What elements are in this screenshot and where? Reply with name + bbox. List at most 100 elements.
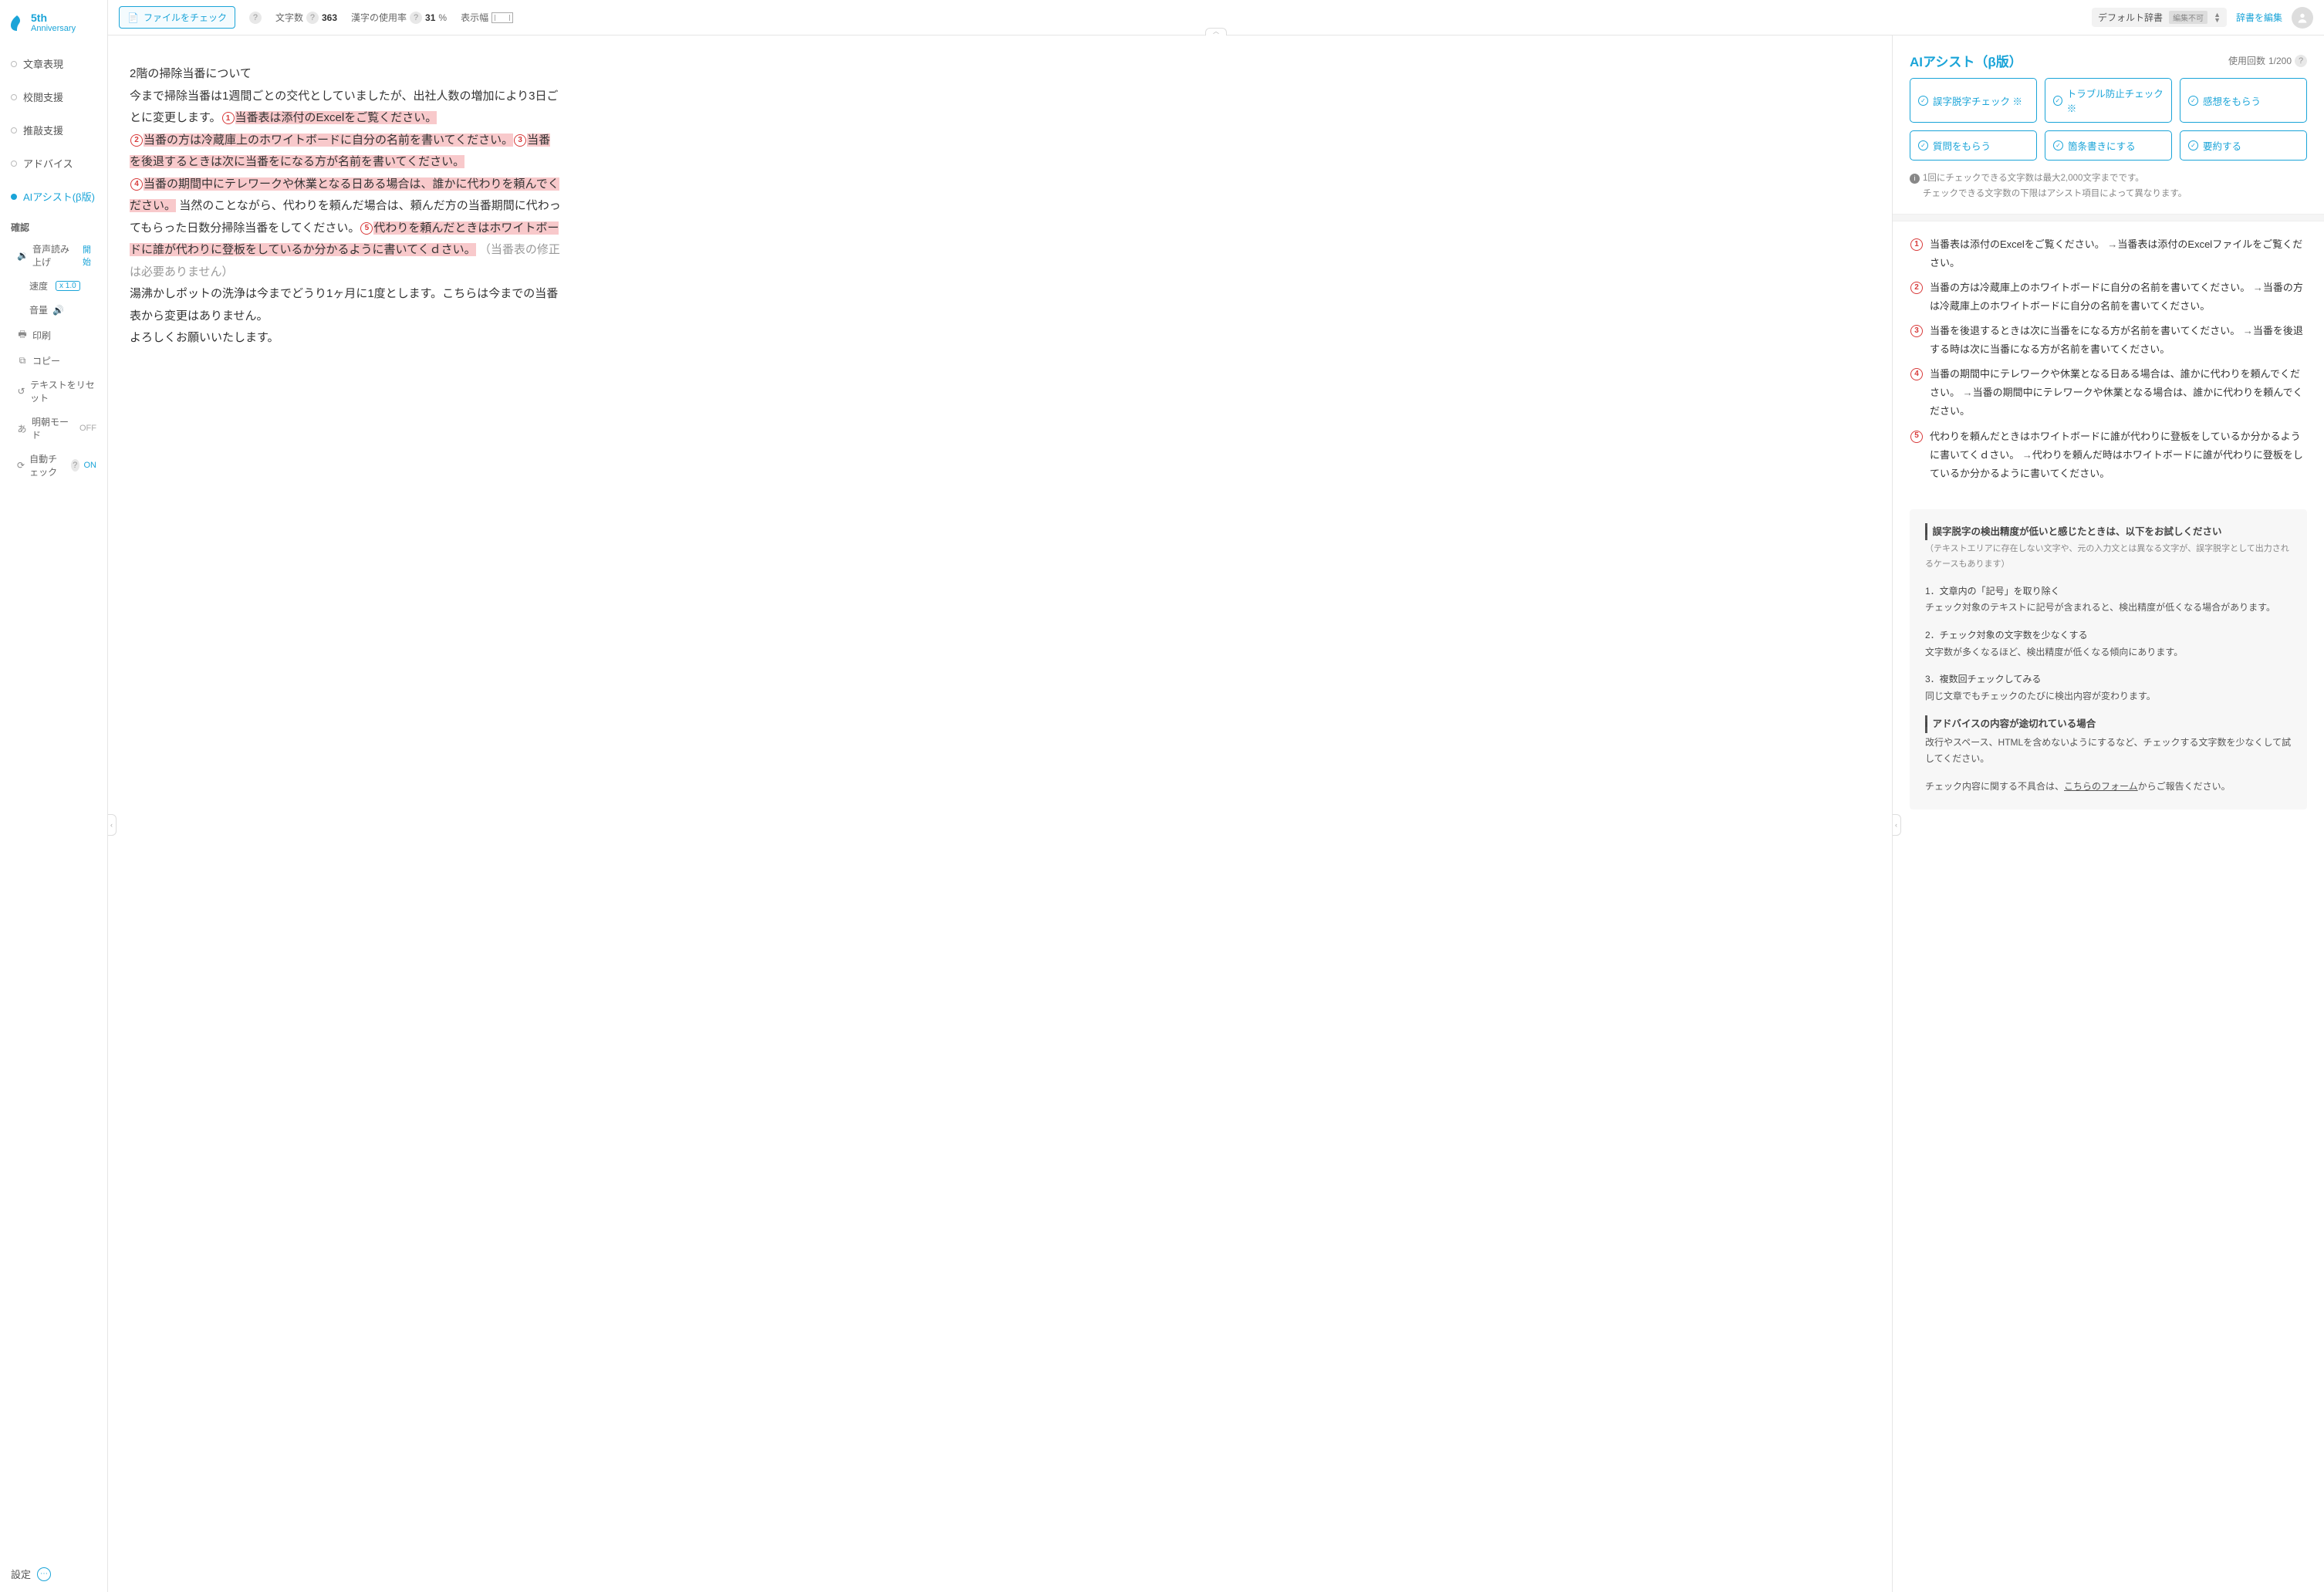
suggestions-list: 1当番表は添付のExcelをご覧ください。 →当番表は添付のExcelファイルを… — [1893, 221, 2324, 503]
nav-list: 文章表現校閲支援推敲支援アドバイスAIアシスト(β版) — [0, 47, 107, 213]
nav-item-2[interactable]: 推敲支援 — [0, 113, 107, 147]
autocheck-icon: ⟳ — [17, 460, 25, 471]
user-icon — [2296, 12, 2309, 24]
editor-pane[interactable]: ‹ 2階の掃除当番について 今まで掃除当番は1週間ごとの交代としていましたが、出… — [108, 35, 1892, 1592]
width-toggle-icon — [491, 12, 513, 23]
settings-button[interactable]: 設定 ⋯ — [0, 1556, 107, 1592]
print-icon: 🖶 — [17, 327, 28, 343]
leaf-icon — [8, 14, 26, 32]
marker-3: 3 — [1910, 325, 1923, 337]
collapse-left-handle[interactable]: ‹ — [108, 814, 117, 836]
check-circle-icon: ✓ — [1918, 140, 1928, 150]
dictionary-select[interactable]: デフォルト辞書 編集不可 ▲▼ — [2092, 8, 2227, 27]
nav-item-0[interactable]: 文章表現 — [0, 47, 107, 80]
main-column: 📄 ファイルをチェック ? 文字数 ? 363 漢字の使用率 ? 31% 表示幅… — [108, 0, 2324, 1592]
help-icon[interactable]: ? — [410, 12, 422, 24]
info-icon: i — [1925, 523, 1927, 541]
check-circle-icon: ✓ — [2053, 96, 2062, 106]
marker-4[interactable]: 4 — [130, 178, 143, 191]
chevron-updown-icon: ▲▼ — [2214, 12, 2221, 23]
marker-1: 1 — [1910, 238, 1923, 251]
display-width-control[interactable]: 表示幅 — [461, 11, 513, 24]
nav-dot-icon — [11, 194, 17, 200]
print-button[interactable]: 🖶印刷 — [0, 322, 107, 349]
speech-toggle[interactable]: 🔉 音声読み上げ 開始 — [0, 237, 107, 274]
autocheck-toggle[interactable]: ⟳自動チェック ? ON — [0, 447, 107, 484]
anniversary-text: 5th Anniversary — [31, 12, 76, 33]
assist-title: AIアシスト（β版） — [1910, 51, 2022, 70]
settings-icon: ⋯ — [37, 1567, 51, 1581]
topbar: 📄 ファイルをチェック ? 文字数 ? 363 漢字の使用率 ? 31% 表示幅… — [108, 0, 2324, 35]
marker-5[interactable]: 5 — [360, 222, 373, 235]
info-icon: i — [1910, 174, 1920, 184]
assist-button-3[interactable]: ✓質問をもらう — [1910, 130, 2037, 161]
assist-button-0[interactable]: ✓誤字脱字チェック ※ — [1910, 78, 2037, 123]
assist-note: i1回にチェックできる文字数は最大2,000文字までです。 チェックできる文字数… — [1893, 171, 2324, 214]
file-check-button[interactable]: 📄 ファイルをチェック — [119, 6, 235, 29]
mincho-toggle[interactable]: あ明朝モード OFF — [0, 410, 107, 447]
check-circle-icon: ✓ — [2188, 140, 2198, 150]
assist-button-4[interactable]: ✓箇条書きにする — [2045, 130, 2172, 161]
sidebar: 5th Anniversary 文章表現校閲支援推敲支援アドバイスAIアシスト(… — [0, 0, 108, 1592]
suggestion-row[interactable]: 2当番の方は冷蔵庫上のホワイトボードに自分の名前を書いてください。 →当番の方は… — [1910, 279, 2307, 316]
char-count-stat: 文字数 ? 363 — [275, 11, 337, 24]
assist-button-1[interactable]: ✓トラブル防止チェック ※ — [2045, 78, 2172, 123]
info-icon: i — [1925, 715, 1927, 733]
avatar[interactable] — [2292, 7, 2313, 29]
reset-icon: ↺ — [17, 386, 25, 397]
assist-button-5[interactable]: ✓要約する — [2180, 130, 2307, 161]
file-icon: 📄 — [127, 12, 139, 23]
collapse-right-handle[interactable]: ‹ — [1892, 814, 1901, 836]
marker-2[interactable]: 2 — [130, 134, 143, 147]
marker-4: 4 — [1910, 368, 1923, 380]
edit-dictionary-link[interactable]: 辞書を編集 — [2236, 11, 2282, 24]
document-text[interactable]: 2階の掃除当番について 今まで掃除当番は1週間ごとの交代としていましたが、出社人… — [130, 63, 562, 350]
kanji-rate-stat: 漢字の使用率 ? 31% — [351, 11, 447, 24]
volume-icon: 🔊 — [52, 305, 64, 316]
tip-item: 2．チェック対象の文字数を少なくする文字数が多くなるほど、検出精度が低くなる傾向… — [1925, 627, 2292, 661]
check-circle-icon: ✓ — [1918, 96, 1928, 106]
speech-speed[interactable]: 速度 x 1.0 — [0, 274, 107, 298]
logo[interactable]: 5th Anniversary — [0, 0, 107, 47]
tip-item: 3．複数回チェックしてみる同じ文章でもチェックのたびに検出内容が変わります。 — [1925, 671, 2292, 705]
assist-button-2[interactable]: ✓感想をもらう — [2180, 78, 2307, 123]
speaker-icon: 🔉 — [17, 250, 28, 261]
help-icon[interactable]: ? — [306, 12, 319, 24]
nav-item-3[interactable]: アドバイス — [0, 147, 107, 180]
marker-3[interactable]: 3 — [514, 134, 526, 147]
nav-item-4[interactable]: AIアシスト(β版) — [0, 180, 107, 213]
marker-1[interactable]: 1 — [222, 112, 235, 124]
suggestion-row[interactable]: 1当番表は添付のExcelをご覧ください。 →当番表は添付のExcelファイルを… — [1910, 235, 2307, 272]
panel-expand-handle[interactable]: ︿ — [1205, 28, 1227, 35]
copy-button[interactable]: ⧉コピー — [0, 349, 107, 373]
workspace: ‹ 2階の掃除当番について 今まで掃除当番は1週間ごとの交代としていましたが、出… — [108, 35, 2324, 1592]
nav-dot-icon — [11, 61, 17, 67]
suggestion-row[interactable]: 3当番を後退するときは次に当番をになる方が名前を書いてください。 →当番を後退す… — [1910, 322, 2307, 359]
assist-button-grid: ✓誤字脱字チェック ※✓トラブル防止チェック ※✓感想をもらう ✓質問をもらう ✓箇… — [1893, 78, 2324, 171]
nav-item-1[interactable]: 校閲支援 — [0, 80, 107, 113]
nav-dot-icon — [11, 94, 17, 100]
confirm-section-label: 確認 — [0, 213, 107, 237]
nav-dot-icon — [11, 161, 17, 167]
divider — [1893, 214, 2324, 221]
marker-2: 2 — [1910, 282, 1923, 294]
font-icon: あ — [17, 422, 27, 435]
help-icon[interactable]: ? — [249, 12, 262, 24]
speech-volume[interactable]: 音量 🔊 — [0, 298, 107, 322]
report-form-link[interactable]: こちらのフォーム — [2064, 781, 2138, 792]
assist-pane: ‹ AIアシスト（β版） 使用回数 1/200 ? ✓誤字脱字チェック ※✓トラ… — [1892, 35, 2324, 1592]
help-icon[interactable]: ? — [71, 459, 79, 472]
suggestion-row[interactable]: 4当番の期間中にテレワークや休業となる日ある場合は、誰かに代わりを頼んでください… — [1910, 365, 2307, 421]
copy-icon: ⧉ — [17, 355, 28, 367]
app-root: 5th Anniversary 文章表現校閲支援推敲支援アドバイスAIアシスト(… — [0, 0, 2324, 1592]
check-circle-icon: ✓ — [2053, 140, 2063, 150]
suggestion-row[interactable]: 5代わりを頼んだときはホワイトボードに誰が代わりに登板をしているか分かるように書… — [1910, 428, 2307, 483]
nav-dot-icon — [11, 127, 17, 134]
assist-header: AIアシスト（β版） 使用回数 1/200 ? — [1893, 35, 2324, 78]
tips-box: i誤字脱字の検出精度が低いと感じたときは、以下をお試しください （テキストエリア… — [1910, 509, 2307, 810]
assist-usage: 使用回数 1/200 ? — [2228, 54, 2307, 67]
help-icon[interactable]: ? — [2295, 55, 2307, 67]
reset-text-button[interactable]: ↺テキストをリセット — [0, 373, 107, 410]
tip-item: 1．文章内の「記号」を取り除くチェック対象のテキストに記号が含まれると、検出精度… — [1925, 583, 2292, 617]
marker-5: 5 — [1910, 431, 1923, 443]
